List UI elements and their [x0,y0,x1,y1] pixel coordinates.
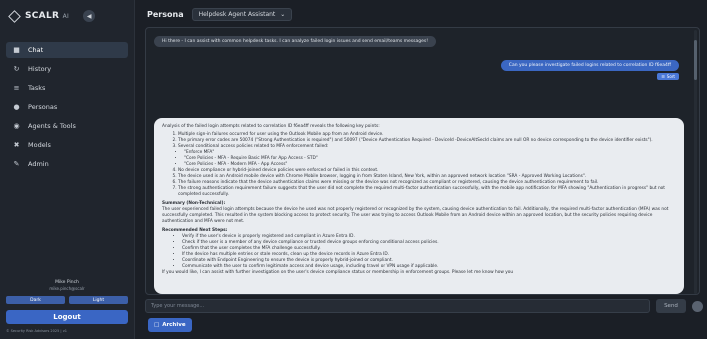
models-icon: ✖ [13,141,20,149]
tasks-icon: ≡ [13,84,20,92]
logout-button[interactable]: Logout [6,310,128,324]
theme-dark-button[interactable]: Dark [6,296,65,304]
sidebar-item-tasks[interactable]: ≡ Tasks [6,80,128,96]
chat-scrollbar[interactable] [694,30,697,294]
brand: SCALR AI ◀ [8,8,128,24]
main-area: Persona Helpdesk Agent Assistant ⌄ Hi th… [135,0,707,339]
bot-points-list-2: No device compliance or hybrid-joined de… [178,168,676,198]
chat-icon: ■ [13,46,20,54]
sidebar: SCALR AI ◀ ■ Chat ↻ History ≡ Tasks ● Pe… [0,0,135,339]
user-message-chip-label: Sort [666,74,675,79]
user-panel: Mike Pinch mike.pinch@scalr Dark Light L… [6,280,128,333]
list-item: The strong authentication requirement fa… [178,186,676,198]
sidebar-item-admin[interactable]: ✎ Admin [6,156,128,172]
persona-label: Persona [147,10,184,19]
sidebar-item-personas[interactable]: ● Personas [6,99,128,115]
sidebar-item-label: Models [28,141,51,149]
bot-points-list: Multiple sign-in failures occurred for u… [178,132,676,150]
microphone-icon[interactable] [692,300,703,312]
sidebar-item-label: Admin [28,160,49,168]
sidebar-item-label: History [28,65,52,73]
person-icon: ● [13,103,20,111]
sidebar-item-label: Tasks [28,84,46,92]
bot-response-message: Analysis of the failed login attempts re… [154,118,684,294]
archive-button[interactable]: □ Archive [148,318,192,332]
brand-logo-icon [8,9,21,23]
steps-list: Verify if the user's device is properly … [182,234,676,270]
closing-text: If you would like, I can assist with fur… [162,270,514,275]
agents-icon: ◉ [13,122,20,130]
sidebar-nav: ■ Chat ↻ History ≡ Tasks ● Personas ◉ Ag… [6,42,128,172]
brand-name: SCALR AI [25,11,70,21]
theme-light-button[interactable]: Light [69,296,128,304]
composer: Send [145,299,707,313]
user-email: mike.pinch@scalr [49,286,85,291]
persona-selected-value: Helpdesk Agent Assistant [198,11,276,18]
bot-greeting-message: Hi there - I can assist with common help… [154,36,437,47]
theme-toggle: Dark Light [6,296,128,304]
sidebar-item-history[interactable]: ↻ History [6,61,128,77]
sidebar-item-label: Personas [28,103,58,111]
user-message-chip[interactable]: ☰ Sort [657,73,679,80]
persona-select[interactable]: Helpdesk Agent Assistant ⌄ [191,8,293,21]
sidebar-item-label: Agents & Tools [28,122,76,130]
copyright: © Security Risk Advisors 2025 | v1 [6,329,68,333]
history-icon: ↻ [13,65,20,73]
sidebar-item-chat[interactable]: ■ Chat [6,42,128,58]
sidebar-item-label: Chat [28,46,44,54]
summary-text: The user experienced failed login attemp… [162,207,669,224]
chevron-left-icon[interactable]: ◀ [83,10,96,22]
message-input[interactable] [145,299,650,313]
chat-window: Hi there - I can assist with common help… [145,27,700,295]
sidebar-item-models[interactable]: ✖ Models [6,137,128,153]
archive-label: Archive [162,322,186,328]
app-root: SCALR AI ◀ ■ Chat ↻ History ≡ Tasks ● Pe… [0,0,707,339]
list-icon: ☰ [661,74,665,79]
user-name: Mike Pinch [55,280,79,285]
send-button[interactable]: Send [656,299,686,313]
chat-scroll-thumb[interactable] [694,40,697,80]
chevron-down-icon: ⌄ [280,11,286,18]
persona-bar: Persona Helpdesk Agent Assistant ⌄ [147,8,293,21]
policy-list: "Enforce MFA" "Core Policies - MFA - Req… [184,150,676,168]
archive-icon: □ [154,322,160,328]
bot-intro: Analysis of the failed login attempts re… [162,124,380,129]
admin-icon: ✎ [13,160,20,168]
sidebar-item-agents-tools[interactable]: ◉ Agents & Tools [6,118,128,134]
user-message: Can you please investigate failed logins… [500,60,679,71]
